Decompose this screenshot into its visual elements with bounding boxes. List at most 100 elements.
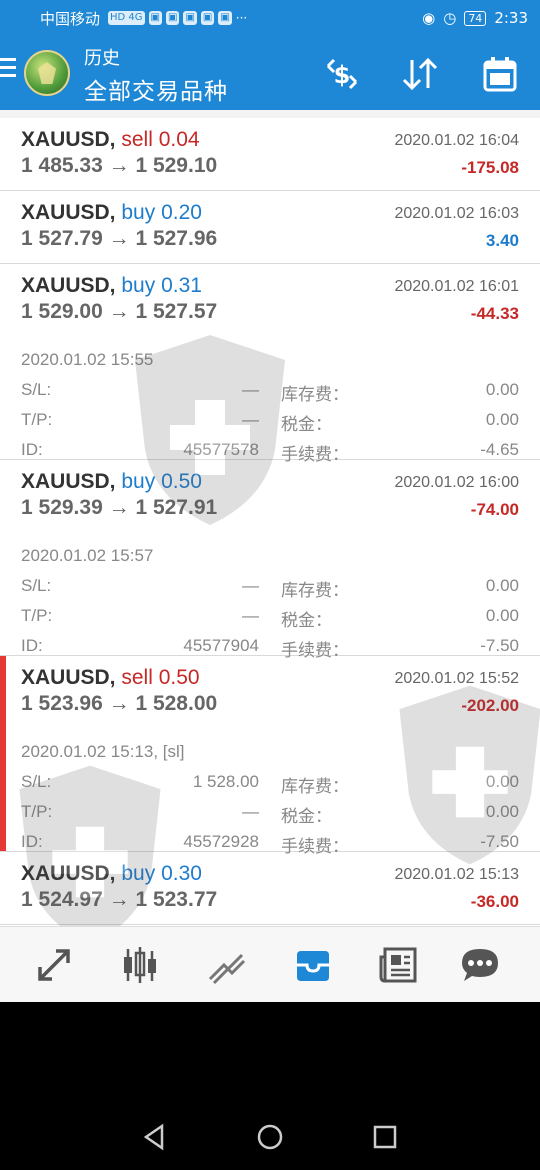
calendar-icon[interactable] xyxy=(480,54,520,94)
symbol-filter-title[interactable]: 全部交易品种 xyxy=(84,72,228,106)
open-time: 2020.01.02 15:57 xyxy=(21,546,154,565)
trade-prices: 1 485.33 → 1 529.10 xyxy=(21,154,217,178)
tp-value: — xyxy=(242,410,259,429)
sort-icon[interactable] xyxy=(400,54,440,94)
open-time: 2020.01.02 15:55 xyxy=(21,350,154,369)
clock-time: 2:33 xyxy=(494,9,528,27)
price-open: 1 529.00 xyxy=(21,300,103,323)
trade-row-expanded[interactable]: XAUUSD, buy 0.50 1 529.39 → 1 527.91 202… xyxy=(0,460,540,660)
trade-side: sell xyxy=(121,666,153,689)
price-close: 1 529.10 xyxy=(135,154,218,177)
swap-value: 0.00 xyxy=(485,772,519,791)
trade-volume: 0.50 xyxy=(158,666,200,689)
arrow-icon: → xyxy=(108,227,130,250)
detail-row-sl: S/L: — 库存费： 0.00 xyxy=(21,576,519,606)
app-logo[interactable] xyxy=(24,50,70,96)
carrier-label: 中国移动 xyxy=(40,9,101,28)
trade-symbol: XAUUSD, xyxy=(21,128,116,151)
back-icon[interactable] xyxy=(140,1122,170,1152)
close-time: 2020.01.02 16:04 xyxy=(394,132,519,149)
trade-profit: -36.00 xyxy=(470,892,519,911)
trade-row[interactable]: XAUUSD, sell 0.04 1 485.33 → 1 529.10 20… xyxy=(0,118,540,191)
eye-icon: ◉ xyxy=(422,9,436,27)
fee-value: -4.65 xyxy=(480,440,519,459)
detail-row-sl: S/L: 1 528.00 库存费： 0.00 xyxy=(21,772,519,802)
trade-prices: 1 523.96 → 1 528.00 xyxy=(21,692,217,716)
tp-value: — xyxy=(242,606,259,625)
id-value: 45577578 xyxy=(183,440,259,459)
trade-volume: 0.04 xyxy=(158,128,200,151)
app-notification-icon: ▣ xyxy=(183,11,197,25)
arrow-icon: → xyxy=(108,888,130,911)
swap-value: 0.00 xyxy=(485,380,519,399)
quotes-icon[interactable] xyxy=(32,943,76,987)
trade-prices: 1 529.39 → 1 527.91 xyxy=(21,496,217,520)
close-time: 2020.01.02 15:13 xyxy=(394,866,519,883)
trade-title: XAUUSD, buy 0.50 xyxy=(21,470,202,494)
trade-profit: -74.00 xyxy=(470,500,519,519)
trade-title: XAUUSD, buy 0.31 xyxy=(21,274,202,298)
id-value: 45577904 xyxy=(183,636,259,655)
chat-icon[interactable] xyxy=(458,943,502,987)
trade-volume: 0.50 xyxy=(161,470,202,493)
trade-title: XAUUSD, buy 0.20 xyxy=(21,201,202,225)
menu-icon[interactable] xyxy=(0,58,16,80)
news-icon[interactable] xyxy=(377,943,421,987)
tax-value: 0.00 xyxy=(485,802,519,821)
swap-label: 库存费： xyxy=(281,581,349,600)
trade-symbol: XAUUSD, xyxy=(21,201,116,224)
trade-row-expanded-selected[interactable]: XAUUSD, sell 0.50 1 523.96 → 1 528.00 20… xyxy=(0,656,540,856)
tax-label: 税金： xyxy=(281,415,332,434)
trade-profit: 3.40 xyxy=(485,231,519,250)
chart-icon[interactable] xyxy=(118,943,162,987)
trade-side: buy xyxy=(121,201,156,224)
close-time: 2020.01.02 15:52 xyxy=(394,670,519,687)
trade-title: XAUUSD, sell 0.50 xyxy=(21,666,200,690)
app-notification-icon: ▣ xyxy=(165,11,180,25)
system-nav-bar xyxy=(0,1002,540,1170)
trade-prices: 1 527.79 → 1 527.96 xyxy=(21,227,217,251)
trade-history-list[interactable]: XAUUSD, sell 0.04 1 485.33 → 1 529.10 20… xyxy=(0,118,540,926)
status-bar: 中国移动 HD 4G ▣ ▣ ▣ ▣ ▣ ··· ◉ ◷ 74 2:33 xyxy=(0,0,540,36)
tax-value: 0.00 xyxy=(485,410,519,429)
swap-label: 库存费： xyxy=(281,385,349,404)
trade-row[interactable]: XAUUSD, buy 0.20 1 527.79 → 1 527.96 202… xyxy=(0,191,540,264)
bottom-nav xyxy=(0,926,540,1002)
recents-icon[interactable] xyxy=(370,1122,400,1152)
swap-label: 库存费： xyxy=(281,777,349,796)
fee-value: -7.50 xyxy=(480,636,519,655)
sl-value: 1 528.00 xyxy=(192,772,259,791)
trade-side: buy xyxy=(121,862,156,885)
trade-symbol: XAUUSD, xyxy=(21,274,116,297)
trade-row-expanded[interactable]: XAUUSD, buy 0.31 1 529.00 → 1 527.57 202… xyxy=(0,264,540,464)
history-icon[interactable] xyxy=(291,943,335,987)
more-notifications: ··· xyxy=(235,11,248,25)
svg-text:$: $ xyxy=(334,61,351,89)
open-time: 2020.01.02 15:13, [sl] xyxy=(21,742,185,761)
price-close: 1 527.96 xyxy=(135,227,218,250)
swap-value: 0.00 xyxy=(485,576,519,595)
trade-row[interactable]: XAUUSD, buy 0.30 1 524.97 → 1 523.77 202… xyxy=(0,852,540,925)
trade-profit: -175.08 xyxy=(461,158,519,177)
home-icon[interactable] xyxy=(255,1122,285,1152)
network-badge: HD 4G xyxy=(108,11,145,25)
trade-title: XAUUSD, buy 0.30 xyxy=(21,862,202,886)
close-time: 2020.01.02 16:01 xyxy=(394,278,519,295)
price-close: 1 527.57 xyxy=(135,300,218,323)
trade-title: XAUUSD, sell 0.04 xyxy=(21,128,200,152)
app-notification-icon: ▣ xyxy=(200,11,215,25)
trade-side: sell xyxy=(121,128,153,151)
battery-icon: 74 xyxy=(464,10,487,26)
price-open: 1 523.96 xyxy=(21,692,103,715)
close-time: 2020.01.02 16:00 xyxy=(394,474,519,491)
trade-icon[interactable] xyxy=(204,943,248,987)
app-notification-icon: ▣ xyxy=(148,11,162,25)
app-bar: 历史 全部交易品种 $ xyxy=(0,36,540,110)
sl-value: — xyxy=(242,380,259,399)
currency-exchange-icon[interactable]: $ xyxy=(322,54,362,94)
close-time: 2020.01.02 16:03 xyxy=(394,205,519,222)
price-close: 1 528.00 xyxy=(135,692,218,715)
arrow-icon: → xyxy=(108,300,130,323)
id-value: 45572928 xyxy=(183,832,259,851)
app-notification-icon: ▣ xyxy=(218,11,232,25)
